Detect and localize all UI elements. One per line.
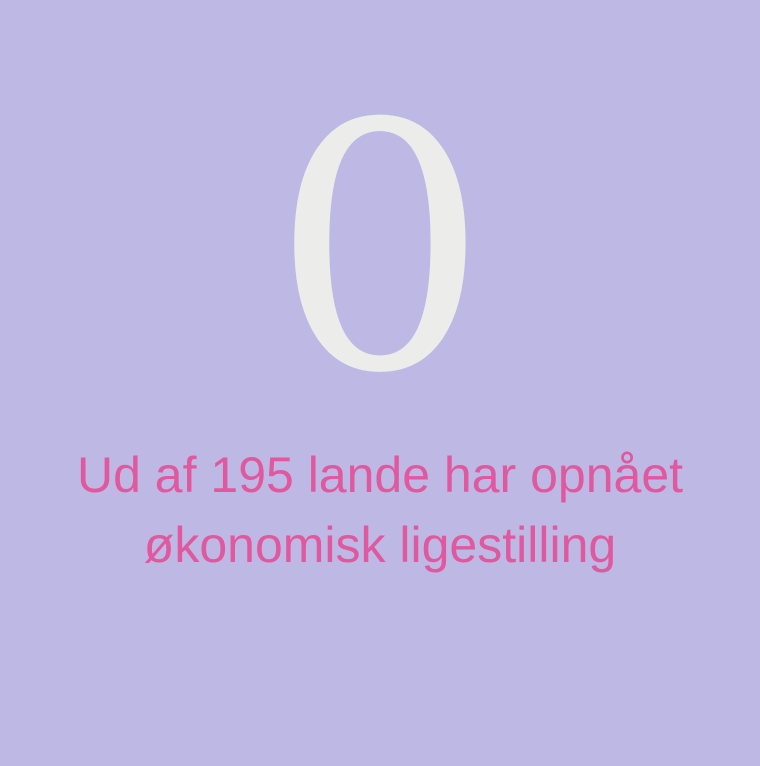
stat-caption: Ud af 195 lande har opnået økonomisk lig… bbox=[0, 440, 760, 580]
stat-caption-line-2: økonomisk ligestilling bbox=[143, 517, 617, 573]
stat-caption-line-1: Ud af 195 lande har opnået bbox=[76, 447, 684, 503]
stat-number: 0 bbox=[271, 52, 489, 448]
